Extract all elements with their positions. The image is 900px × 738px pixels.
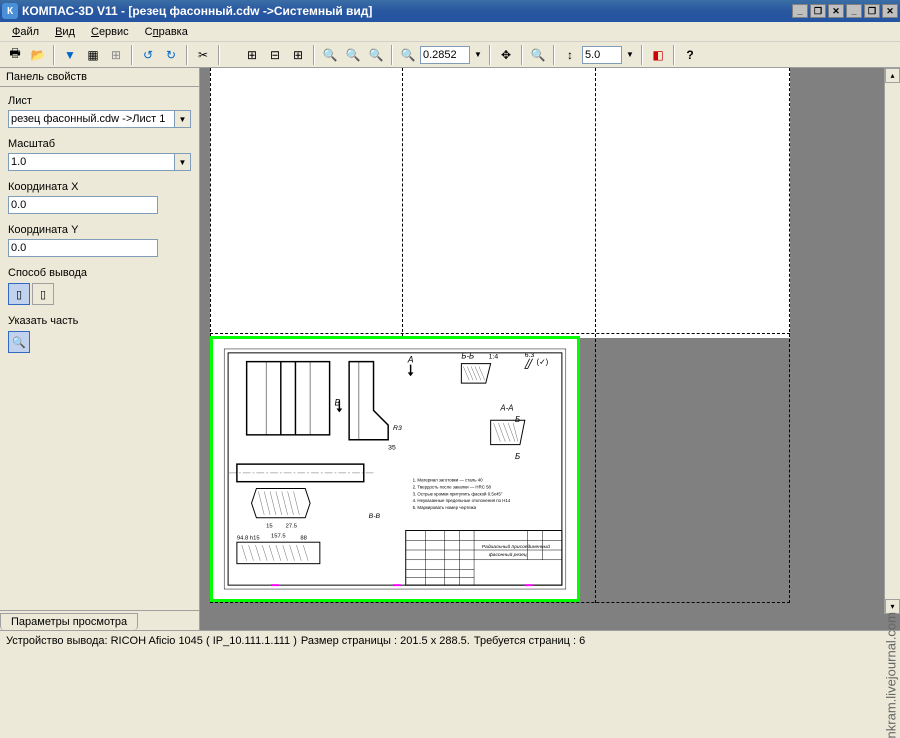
- step-dropdown[interactable]: ▼: [623, 44, 637, 66]
- svg-text:27.5: 27.5: [286, 524, 297, 530]
- color-button[interactable]: ◧: [647, 44, 669, 66]
- status-device: Устройство вывода: RICOH Aficio 1045 ( I…: [6, 635, 297, 647]
- grid2-button[interactable]: ⊟: [264, 44, 286, 66]
- properties-panel: Панель свойств Лист ▼ Масштаб ▼ Координа…: [0, 68, 200, 630]
- zoom-region-button[interactable]: 🔍: [527, 44, 549, 66]
- app-icon: К: [2, 3, 18, 19]
- menu-help[interactable]: Справка: [137, 24, 196, 40]
- rotate-left-button[interactable]: ↺: [137, 44, 159, 66]
- help-button[interactable]: ?: [679, 44, 701, 66]
- svg-text:3. Острые кромки притупить фас: 3. Острые кромки притупить фаской 0.5x45…: [413, 491, 503, 496]
- svg-text:А: А: [407, 355, 414, 365]
- coordy-input[interactable]: [8, 239, 158, 257]
- output-mode1-button[interactable]: ▯: [8, 283, 30, 305]
- layout-button[interactable]: ⊞: [105, 44, 127, 66]
- menu-service[interactable]: Сервис: [83, 24, 137, 40]
- watermark: nkram.livejournal.com: [883, 612, 898, 738]
- point-button[interactable]: 🔍: [8, 331, 30, 353]
- svg-text:(✓): (✓): [537, 358, 549, 367]
- svg-text:R3: R3: [393, 425, 402, 432]
- svg-text:35: 35: [388, 444, 396, 451]
- doc-restore-button[interactable]: ❐: [864, 4, 880, 18]
- doc-minimize-button[interactable]: _: [846, 4, 862, 18]
- scale-label: Масштаб: [8, 138, 191, 150]
- scale-dropdown-arrow[interactable]: ▼: [175, 153, 191, 171]
- vertical-scrollbar[interactable]: ▴ ▾: [884, 68, 900, 614]
- sheet-dropdown-arrow[interactable]: ▼: [175, 110, 191, 128]
- svg-text:88: 88: [300, 535, 307, 541]
- svg-text:А-А: А-А: [499, 403, 513, 412]
- step-button[interactable]: ↕: [559, 44, 581, 66]
- svg-text:В-В: В-В: [369, 513, 381, 520]
- svg-text:Радиальный присоединенный: Радиальный присоединенный: [482, 543, 550, 550]
- rotate-right-button[interactable]: ↻: [160, 44, 182, 66]
- sheet-select[interactable]: [8, 110, 175, 128]
- selection-frame[interactable]: В 35 R3 А Б-: [210, 336, 580, 602]
- coordx-label: Координата X: [8, 181, 191, 193]
- svg-text:94.8 h15: 94.8 h15: [237, 535, 260, 541]
- svg-text:2. Твердость после закалки — H: 2. Твердость после закалки — HRC 58: [413, 485, 492, 490]
- restore-button[interactable]: ❐: [810, 4, 826, 18]
- output-label: Способ вывода: [8, 267, 191, 279]
- menu-bar: Файл Вид Сервис Справка: [0, 22, 900, 42]
- svg-text:Б-Б: Б-Б: [461, 352, 474, 361]
- panel-header: Панель свойств: [0, 68, 199, 87]
- svg-text:1. Материал заготовки — сталь: 1. Материал заготовки — сталь 40: [413, 478, 484, 483]
- open-button[interactable]: 📂: [27, 44, 49, 66]
- status-pagesize: Размер страницы : 201.5 x 288.5.: [301, 635, 470, 647]
- output-mode2-button[interactable]: ▯: [32, 283, 54, 305]
- zoom-fit-button[interactable]: 🔍: [365, 44, 387, 66]
- frame-button[interactable]: ▦: [82, 44, 104, 66]
- scissors-button[interactable]: ✂: [192, 44, 214, 66]
- filter-button[interactable]: ▼: [59, 44, 81, 66]
- sheet-label: Лист: [8, 95, 191, 107]
- svg-text:Б: Б: [515, 415, 520, 424]
- drawing-canvas[interactable]: В 35 R3 А Б-: [200, 68, 900, 630]
- svg-text:фасонный резец: фасонный резец: [489, 551, 527, 558]
- menu-file[interactable]: Файл: [4, 24, 47, 40]
- svg-text:6.3: 6.3: [525, 352, 535, 359]
- zoom-in-button[interactable]: 🔍: [319, 44, 341, 66]
- pan-button[interactable]: ✥: [495, 44, 517, 66]
- zoom-out-button[interactable]: 🔍: [342, 44, 364, 66]
- menu-view[interactable]: Вид: [47, 24, 83, 40]
- svg-text:1:4: 1:4: [489, 354, 499, 361]
- scroll-up-button[interactable]: ▴: [885, 68, 900, 83]
- toolbar: 🖶 📂 ▼ ▦ ⊞ ↺ ↻ ✂ ⊞ ⊟ ⊞ 🔍 🔍 🔍 🔍 ▼ ✥ 🔍 ↕ ▼ …: [0, 42, 900, 68]
- svg-text:Б: Б: [515, 452, 520, 461]
- status-bar: Устройство вывода: RICOH Aficio 1045 ( I…: [0, 630, 900, 650]
- zoom-dropdown[interactable]: ▼: [471, 44, 485, 66]
- close-button[interactable]: ✕: [828, 4, 844, 18]
- status-pages: Требуется страниц : 6: [474, 635, 585, 647]
- scale-input[interactable]: [8, 153, 175, 171]
- svg-text:5. Маркировать номер чертежа: 5. Маркировать номер чертежа: [413, 505, 477, 510]
- grid1-button[interactable]: ⊞: [241, 44, 263, 66]
- minimize-button[interactable]: _: [792, 4, 808, 18]
- svg-text:4. Неуказанные предельные откл: 4. Неуказанные предельные отклонения по …: [413, 498, 511, 503]
- print-button[interactable]: 🖶: [4, 44, 26, 66]
- technical-drawing: В 35 R3 А Б-: [221, 347, 569, 591]
- zoom-input[interactable]: [420, 46, 470, 64]
- window-title: КОМПАС-3D V11 - [резец фасонный.cdw ->Си…: [22, 4, 792, 18]
- panel-tabs: Параметры просмотра: [0, 610, 199, 630]
- coordy-label: Координата Y: [8, 224, 191, 236]
- coordx-input[interactable]: [8, 196, 158, 214]
- step-input[interactable]: [582, 46, 622, 64]
- svg-text:157.5: 157.5: [271, 533, 286, 539]
- grid3-button[interactable]: ⊞: [287, 44, 309, 66]
- zoom-scale-button[interactable]: 🔍: [397, 44, 419, 66]
- title-bar: К КОМПАС-3D V11 - [резец фасонный.cdw ->…: [0, 0, 900, 22]
- doc-close-button[interactable]: ✕: [882, 4, 898, 18]
- svg-text:15: 15: [266, 524, 273, 530]
- point-label: Указать часть: [8, 315, 191, 327]
- tab-preview-params[interactable]: Параметры просмотра: [0, 613, 138, 630]
